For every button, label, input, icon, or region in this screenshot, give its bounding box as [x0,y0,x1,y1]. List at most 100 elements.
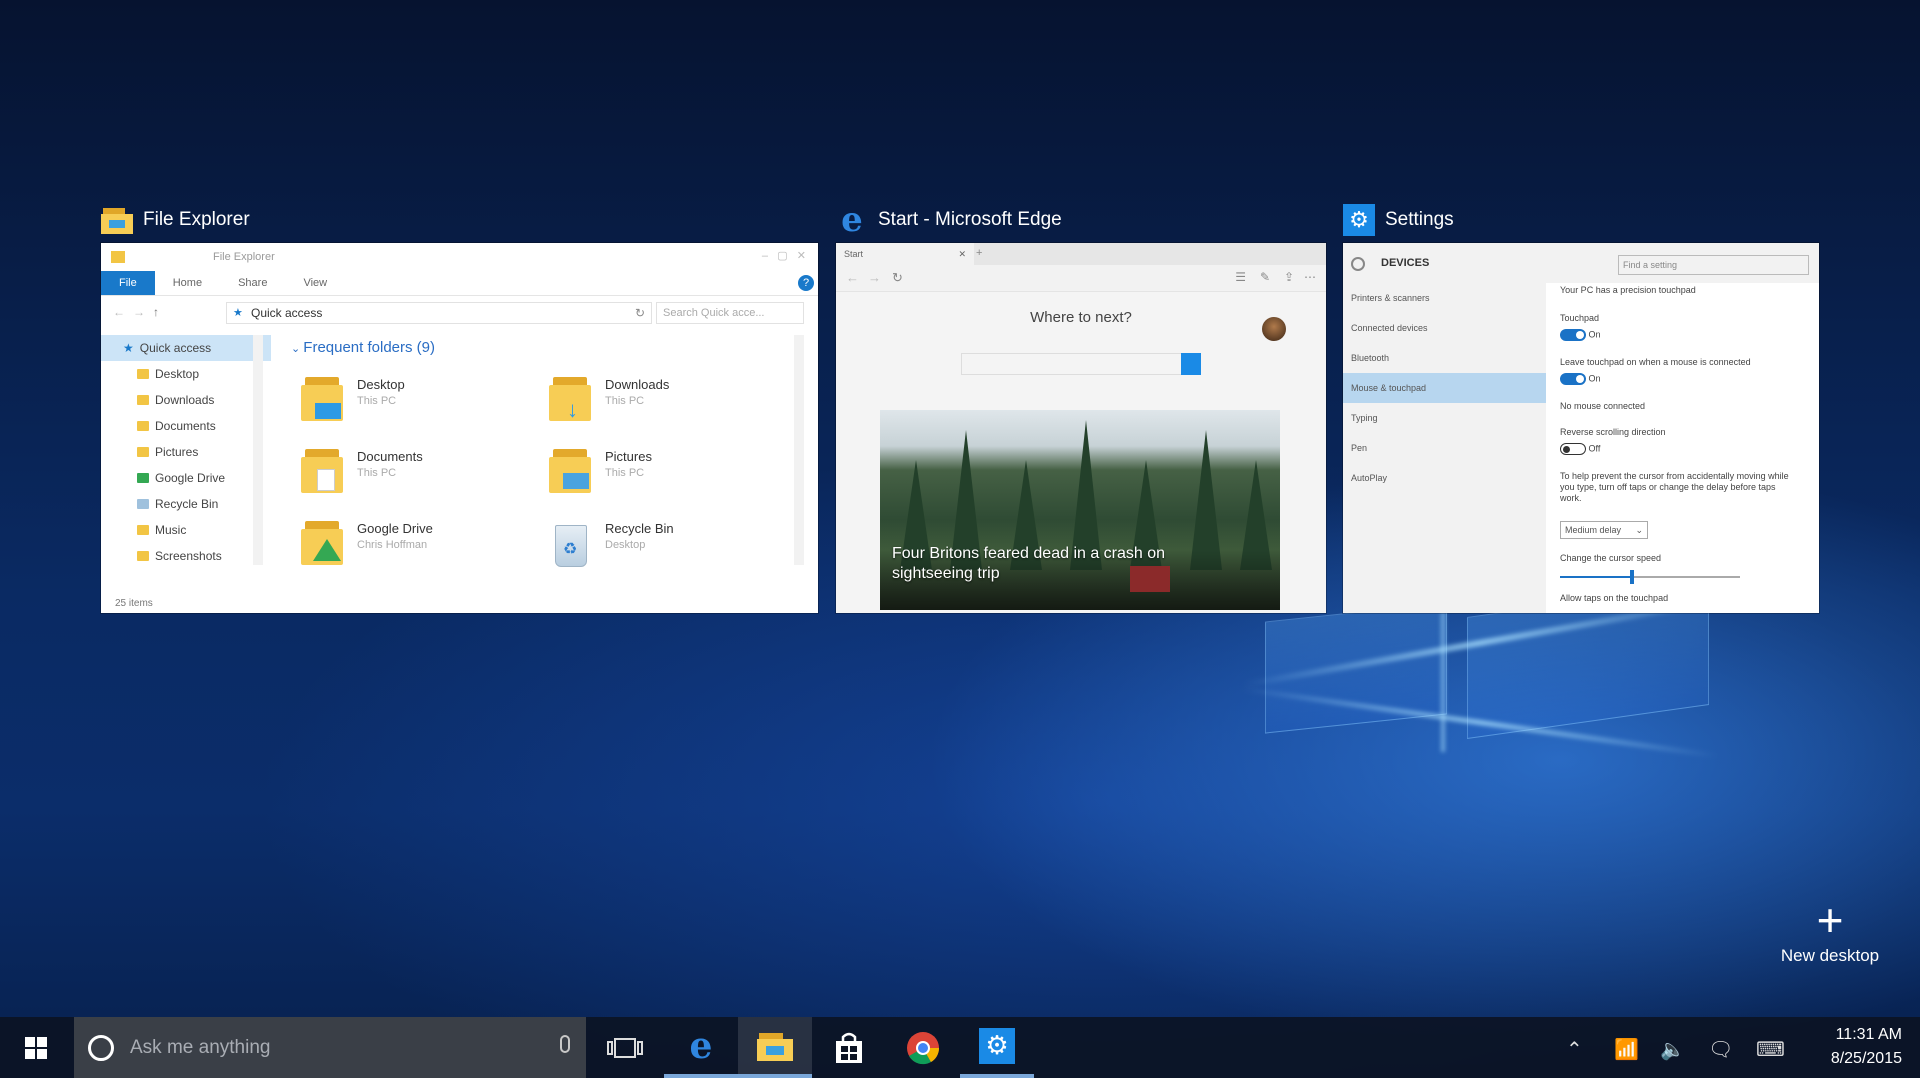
task-view-button[interactable] [588,1017,662,1078]
reading-list-icon[interactable]: ☰ [1235,270,1246,284]
sidebar-item-mouse-touchpad[interactable]: Mouse & touchpad [1343,373,1546,403]
setting-label: Allow taps on the touchpad [1560,593,1669,603]
folder-tile[interactable]: Documents This PC [301,443,541,507]
sidebar-item-bluetooth[interactable]: Bluetooth [1343,343,1546,373]
microphone-icon[interactable] [560,1035,570,1053]
address-bar[interactable]: ★ Quick access ↻ [226,302,652,324]
ribbon-tab-home[interactable]: Home [155,271,220,295]
folder-tile[interactable]: Desktop This PC [301,371,541,435]
nav-item-quick-access[interactable]: ★ Quick access [101,335,271,361]
folder-name: Recycle Bin [605,521,674,536]
nav-item-music[interactable]: Music [101,517,271,543]
avatar[interactable] [1262,317,1286,341]
reverse-toggle-row[interactable]: Off [1560,443,1600,455]
folder-tile[interactable]: ↓ Downloads This PC [549,371,789,435]
browser-tab[interactable]: Start ✕ [836,243,974,265]
ribbon-tab-file[interactable]: File [101,271,155,295]
nav-item-label: Music [155,523,187,537]
news-image[interactable]: Four Britons feared dead in a crash on s… [880,410,1280,610]
new-desktop-label: New desktop [1780,946,1880,965]
file-explorer-icon [757,1032,793,1061]
nav-item-documents[interactable]: Documents [101,413,271,439]
clock[interactable]: 11:31 AM 8/25/2015 [1831,1023,1902,1071]
search-input[interactable]: Search Quick acce... [656,302,804,324]
refresh-icon[interactable]: ↻ [635,306,645,320]
taskbar-app-chrome[interactable] [886,1017,960,1078]
folder-location: Desktop [605,539,646,551]
settings-thumbnail[interactable]: DEVICES Find a setting Printers & scanne… [1343,243,1819,613]
new-tab-icon[interactable]: + [976,247,982,259]
delay-select[interactable]: Medium delay ⌄ [1560,521,1648,539]
taskbar-app-settings[interactable]: ⚙ [960,1017,1034,1078]
file-explorer-thumbnail[interactable]: File Explorer – ▢ ✕ File Home Share View… [101,243,818,613]
news-headline[interactable]: Four Britons feared dead in a crash on s… [892,544,1222,584]
nav-item-label: Screenshots [155,549,222,563]
section-header[interactable]: ⌄ Frequent folders (9) [291,339,435,356]
volume-icon[interactable]: 🔈 [1660,1037,1685,1062]
taskbar-app-store[interactable] [812,1017,886,1078]
reverse-toggle[interactable] [1560,443,1586,455]
address-row: ← → ↑ ★ Quick access ↻ Search Quick acce… [101,297,818,327]
search-button[interactable] [1181,353,1201,375]
nav-item-pictures[interactable]: Pictures [101,439,271,465]
leave-on-toggle-row[interactable]: On [1560,373,1601,385]
new-desktop-button[interactable]: + New desktop [1770,897,1890,970]
slider-thumb[interactable] [1630,570,1634,584]
recycle-bin-icon: ♻ [549,521,591,567]
ribbon-tab-share[interactable]: Share [220,271,285,295]
edge-thumbnail[interactable]: Start ✕ + ← → ↻ ☰ ✎ ⇪ ⋯ Where to next? Fo… [836,243,1326,613]
more-icon[interactable]: ⋯ [1304,270,1316,284]
search-input[interactable] [961,353,1183,375]
sidebar-item-autoplay[interactable]: AutoPlay [1343,463,1546,493]
nav-item-screenshots[interactable]: Screenshots [101,543,271,569]
folder-location: This PC [357,395,397,407]
content-pane: ⌄ Frequent folders (9) Desktop This PC ↓… [281,335,804,593]
slider-fill [1560,576,1632,578]
ribbon-tab-view[interactable]: View [285,271,345,295]
nav-item-label: Downloads [155,393,215,407]
start-button[interactable] [0,1017,72,1078]
folder-tile[interactable]: Pictures This PC [549,443,789,507]
cortana-search-box[interactable]: Ask me anything [74,1017,586,1078]
sidebar-item-connected-devices[interactable]: Connected devices [1343,313,1546,343]
nav-item-recycle-bin[interactable]: Recycle Bin [101,491,271,517]
ribbon-tabs: File Home Share View ? [101,271,818,296]
web-note-icon[interactable]: ✎ [1260,270,1270,284]
network-icon[interactable]: 📶 [1614,1037,1639,1062]
folder-icon [137,447,149,457]
taskbar-app-edge[interactable]: e [664,1017,738,1078]
scrollbar[interactable] [253,335,263,565]
touchpad-toggle[interactable] [1560,329,1586,341]
keyboard-icon[interactable]: ⌨ [1756,1037,1785,1062]
refresh-icon[interactable]: ↻ [892,270,903,286]
forward-arrow-icon[interactable]: → [868,270,881,285]
sidebar-item-printers[interactable]: Printers & scanners [1343,283,1546,313]
sidebar-item-typing[interactable]: Typing [1343,403,1546,433]
leave-on-toggle[interactable] [1560,373,1586,385]
nav-item-downloads[interactable]: Downloads [101,387,271,413]
scrollbar[interactable] [794,335,804,565]
action-center-icon[interactable]: 🗨 [1708,1037,1733,1062]
find-setting-input[interactable]: Find a setting [1618,255,1809,275]
help-icon[interactable]: ? [798,275,814,291]
touchpad-toggle-row[interactable]: On [1560,329,1601,341]
cursor-speed-slider[interactable] [1560,570,1740,584]
up-arrow-icon[interactable]: ↑ [153,305,159,319]
nav-item-google-drive[interactable]: Google Drive [101,465,271,491]
sidebar-item-pen[interactable]: Pen [1343,433,1546,463]
back-arrow-icon[interactable]: ← [846,270,859,285]
back-arrow-icon[interactable]: ← [113,305,125,319]
nav-item-desktop[interactable]: Desktop [101,361,271,387]
folder-tile[interactable]: Google Drive Chris Hoffman [301,515,541,579]
forward-arrow-icon[interactable]: → [133,305,145,319]
nav-item-label: Desktop [155,367,200,381]
close-tab-icon[interactable]: ✕ [958,249,966,260]
taskbar-app-file-explorer[interactable] [738,1017,812,1078]
music-icon [137,525,149,535]
folder-name: Downloads [605,377,670,392]
share-icon[interactable]: ⇪ [1284,270,1294,284]
folder-tile[interactable]: ♻ Recycle Bin Desktop [549,515,789,579]
folder-name: Desktop [357,377,405,392]
google-drive-icon [137,473,149,483]
chevron-up-icon[interactable]: ⌃ [1566,1037,1583,1062]
